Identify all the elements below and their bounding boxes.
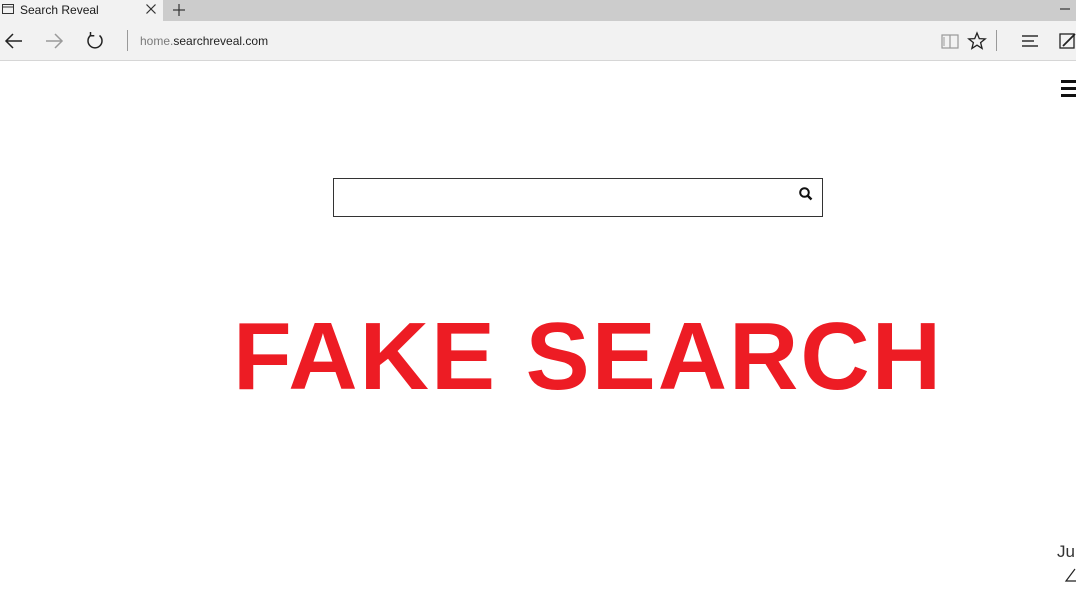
toolbar-separator: [996, 30, 997, 51]
fake-search-overlay: FAKE SEARCH: [232, 303, 944, 410]
minimize-icon[interactable]: [1059, 3, 1071, 15]
tab-title: Search Reveal: [20, 3, 99, 17]
star-icon[interactable]: [967, 31, 987, 51]
address-domain: searchreveal.com: [173, 34, 269, 48]
search-input[interactable]: [334, 179, 789, 216]
search-icon[interactable]: [798, 186, 814, 202]
search-box: [333, 178, 823, 217]
refresh-icon[interactable]: [85, 31, 105, 51]
address-prefix: home.: [140, 34, 174, 48]
weather-icon: [1064, 568, 1076, 582]
back-arrow-icon[interactable]: [4, 31, 24, 51]
page-content: FAKE SEARCH Jur: [0, 61, 1076, 615]
page-icon: [2, 4, 14, 14]
pen-note-icon[interactable]: [1058, 31, 1076, 51]
close-icon[interactable]: [145, 3, 157, 15]
address-separator: [127, 30, 128, 51]
tab-search-reveal[interactable]: Search Reveal: [0, 0, 163, 21]
date-text: Jur: [1057, 542, 1076, 561]
book-icon[interactable]: [940, 31, 960, 51]
browser-toolbar: home.searchreveal.com: [0, 21, 1076, 61]
tab-strip: Search Reveal: [0, 0, 1076, 21]
address-bar[interactable]: home.searchreveal.com: [140, 34, 268, 48]
hamburger-icon[interactable]: [1061, 80, 1076, 102]
hub-icon[interactable]: [1020, 31, 1040, 51]
forward-arrow-icon[interactable]: [44, 31, 64, 51]
plus-icon[interactable]: [172, 3, 186, 17]
